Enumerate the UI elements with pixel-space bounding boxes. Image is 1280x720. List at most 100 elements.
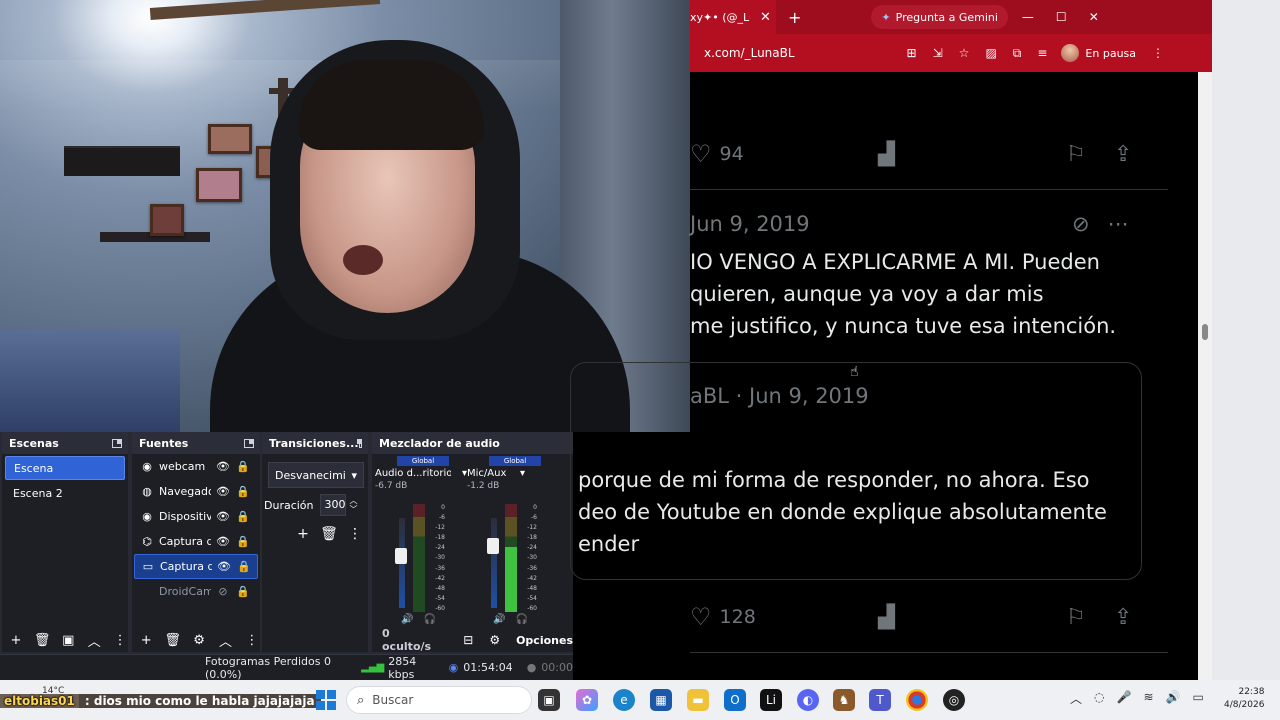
scene-item[interactable]: Escena xyxy=(5,456,125,480)
popout-icon[interactable] xyxy=(112,438,122,448)
source-item[interactable]: ⌬ Captura d 👁 🔒 xyxy=(134,529,258,554)
dropdown-icon[interactable]: ▾ xyxy=(520,468,525,479)
more-icon[interactable]: ⋮ xyxy=(112,631,128,649)
more-icon[interactable]: ⋮ xyxy=(346,524,364,544)
folder-icon[interactable]: ▬ xyxy=(687,689,709,711)
options-button[interactable]: Opciones xyxy=(516,634,573,647)
scrollbar-thumb[interactable] xyxy=(1202,324,1208,340)
lock-icon[interactable]: 🔒 xyxy=(236,560,252,573)
store-icon[interactable]: ▦ xyxy=(650,689,672,711)
share-icon[interactable]: ⇪ xyxy=(1114,605,1132,630)
start-button[interactable] xyxy=(316,690,336,710)
popout-icon[interactable] xyxy=(244,438,254,448)
install-icon[interactable]: ⇲ xyxy=(933,46,943,61)
source-item[interactable]: ◉ Dispositiv 👁 🔒 xyxy=(134,504,258,529)
chevron-up-icon[interactable]: ︿ xyxy=(1070,690,1082,707)
chevron-up-icon[interactable]: ︿ xyxy=(217,631,233,650)
url-field[interactable]: x.com/_LunaBL xyxy=(704,46,795,60)
filter-icon[interactable]: ▣ xyxy=(60,631,76,649)
trash-icon[interactable]: 🗑 xyxy=(164,631,181,649)
eye-icon[interactable]: 👁 xyxy=(215,510,231,523)
like-button[interactable]: ♡ 128 xyxy=(690,603,756,631)
minimize-button[interactable]: — xyxy=(1022,10,1034,24)
browser-tab[interactable]: xy✦• (@_Lun✕ xyxy=(690,0,776,34)
trash-icon[interactable]: 🗑 xyxy=(320,524,338,544)
popout-icon[interactable] xyxy=(356,438,363,448)
eye-icon[interactable]: 👁 xyxy=(216,560,232,573)
clock[interactable]: 22:38 4/8/2026 xyxy=(1224,686,1264,712)
gear-icon[interactable]: ⚙ xyxy=(489,633,500,647)
gemini-button[interactable]: ✦ Pregunta a Gemini xyxy=(871,5,1008,29)
source-item[interactable]: ◍ Navegado 👁 🔒 xyxy=(134,479,258,504)
chevron-up-icon[interactable]: ︿ xyxy=(86,631,102,650)
headphone-icon[interactable]: 🎧 xyxy=(423,614,435,625)
star-icon[interactable]: ☆ xyxy=(959,46,970,61)
extensions-icon[interactable]: ⧉ xyxy=(1013,46,1022,61)
eye-icon[interactable]: 👁 xyxy=(215,535,231,548)
lock-icon[interactable]: 🔒 xyxy=(235,585,251,598)
wifi-icon[interactable]: ≋ xyxy=(1143,690,1153,707)
add-icon[interactable]: + xyxy=(294,524,312,544)
duration-input[interactable]: 300 xyxy=(319,494,346,516)
maximize-button[interactable]: ☐ xyxy=(1056,10,1067,24)
media-icon[interactable]: ≡ xyxy=(1037,46,1047,61)
headphone-icon[interactable]: 🎧 xyxy=(515,614,527,625)
battery-icon[interactable]: ▭ xyxy=(1192,690,1203,707)
microphone-icon[interactable]: 🎤 xyxy=(1117,690,1132,707)
close-window-button[interactable]: ✕ xyxy=(1089,10,1099,24)
tab-bar: xy✦• (@_Lun✕ + ✦Pregunta a Gemini — ☐ ✕ xyxy=(690,0,1212,34)
outlook-icon[interactable]: O xyxy=(724,689,746,711)
fader-knob[interactable] xyxy=(487,538,499,554)
volume-icon[interactable]: 🔊 xyxy=(1166,690,1181,707)
views-icon[interactable]: ▟ xyxy=(878,605,895,630)
image-icon[interactable]: ▨ xyxy=(985,46,996,61)
gear-icon[interactable]: ⚙ xyxy=(191,631,207,649)
speaker-icon[interactable]: 🔊 xyxy=(401,614,413,625)
lock-icon[interactable]: 🔒 xyxy=(235,485,251,498)
scrollbar[interactable] xyxy=(1198,72,1212,680)
bookmark-icon[interactable]: ⚐ xyxy=(1066,142,1086,167)
source-item[interactable]: ◉ webcam 👁 🔒 xyxy=(134,454,258,479)
more-icon[interactable]: ⋮ xyxy=(244,631,260,649)
translate-icon[interactable]: ⊞ xyxy=(907,46,917,61)
eye-icon[interactable]: 👁 xyxy=(215,460,231,473)
task-view-icon[interactable]: ▣ xyxy=(538,689,560,711)
like-button[interactable]: ♡ 94 xyxy=(690,140,744,168)
share-icon[interactable]: ⇪ xyxy=(1114,142,1132,167)
fader-knob[interactable] xyxy=(395,548,407,564)
source-item[interactable]: DroidCam ⊘ 🔒 xyxy=(134,579,258,604)
lock-icon[interactable]: 🔒 xyxy=(235,460,251,473)
views-icon[interactable]: ▟ xyxy=(878,142,895,167)
add-icon[interactable]: + xyxy=(138,631,154,649)
close-icon[interactable]: ✕ xyxy=(760,10,771,25)
transition-select[interactable]: Desvanecimi ▾ xyxy=(268,462,364,488)
obs-icon[interactable]: ◎ xyxy=(943,689,965,711)
volume-fader[interactable] xyxy=(491,518,497,608)
network-icon[interactable]: ◌ xyxy=(1094,690,1104,707)
teams-icon[interactable]: T xyxy=(869,689,891,711)
add-icon[interactable]: + xyxy=(8,631,24,649)
lock-icon[interactable]: 🔒 xyxy=(235,535,251,548)
profile-button[interactable]: En pausa xyxy=(1061,44,1136,62)
copilot-icon[interactable]: ✿ xyxy=(576,689,598,711)
grok-icon[interactable]: ⊘ xyxy=(1072,212,1090,236)
discord-icon[interactable]: ◐ xyxy=(797,689,819,711)
scene-item[interactable]: Escena 2 xyxy=(5,482,125,506)
eye-icon[interactable]: 👁 xyxy=(215,485,231,498)
obs-live-icon[interactable]: Li xyxy=(760,689,782,711)
new-tab-button[interactable]: + xyxy=(788,8,801,27)
trash-icon[interactable]: 🗑 xyxy=(34,631,51,649)
layout-icon[interactable]: ⊟ xyxy=(463,633,473,647)
duration-stepper[interactable]: ︿ ﹀ xyxy=(350,496,358,514)
chrome-icon[interactable] xyxy=(906,689,928,711)
eye-hidden-icon[interactable]: ⊘ xyxy=(215,585,231,598)
search-input[interactable]: ⌕ Buscar xyxy=(346,686,532,714)
edge-icon[interactable]: e xyxy=(613,689,635,711)
speaker-icon[interactable]: 🔊 xyxy=(493,614,505,625)
bookmark-icon[interactable]: ⚐ xyxy=(1066,605,1086,630)
lock-icon[interactable]: 🔒 xyxy=(235,510,251,523)
more-icon[interactable]: ⋯ xyxy=(1108,212,1129,236)
game-icon[interactable]: ♞ xyxy=(833,689,855,711)
source-item[interactable]: ▭ Captura d 👁 🔒 xyxy=(134,554,258,579)
menu-icon[interactable]: ⋮ xyxy=(1152,46,1164,60)
